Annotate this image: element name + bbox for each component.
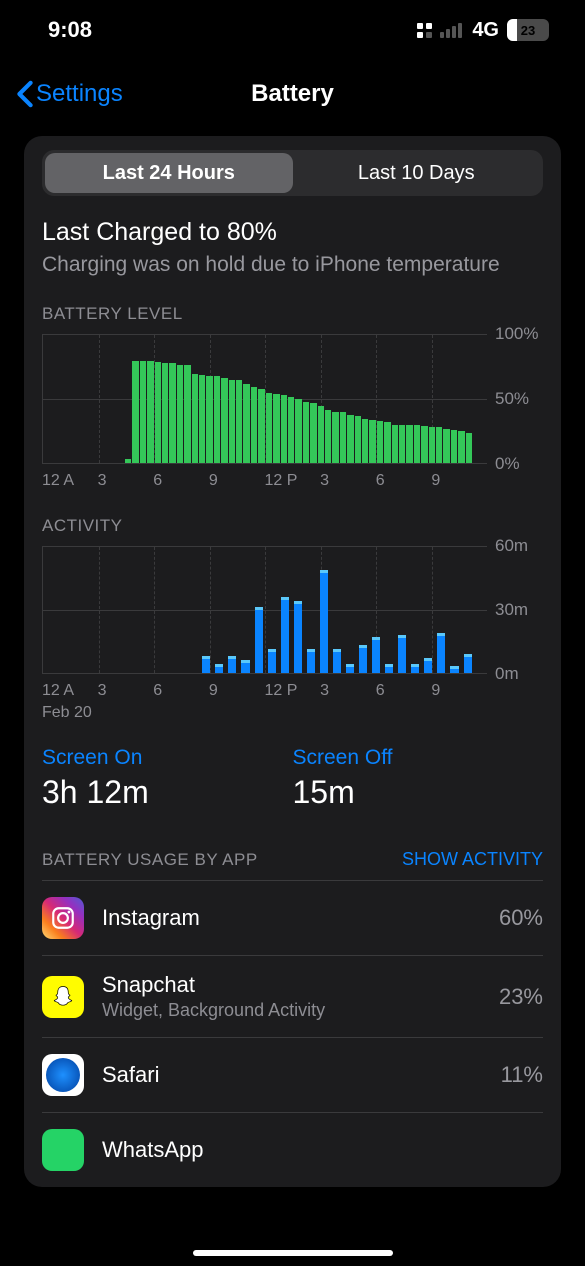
show-activity-button[interactable]: SHOW ACTIVITY — [402, 849, 543, 870]
activity-x-axis: 12 A36912 P369 — [42, 682, 543, 700]
app-row-snapchat[interactable]: Snapchat Widget, Background Activity 23% — [42, 955, 543, 1037]
activity-date: Feb 20 — [42, 704, 543, 722]
app-percent: 11% — [501, 1062, 543, 1088]
whatsapp-icon — [42, 1129, 84, 1171]
last-charged-subtitle: Charging was on hold due to iPhone tempe… — [42, 251, 543, 278]
app-name: Instagram — [102, 905, 499, 931]
app-name: WhatsApp — [102, 1137, 543, 1163]
app-name: Snapchat — [102, 972, 499, 998]
battery-icon: 23 — [507, 19, 549, 41]
app-percent: 23% — [499, 984, 543, 1010]
instagram-icon — [42, 897, 84, 939]
app-name: Safari — [102, 1062, 501, 1088]
snapchat-icon — [42, 976, 84, 1018]
app-percent: 60% — [499, 905, 543, 931]
app-sub: Widget, Background Activity — [102, 1000, 499, 1021]
home-indicator[interactable] — [193, 1250, 393, 1256]
battery-level-chart[interactable]: 100% 50% 0% — [42, 334, 543, 464]
time-range-tabs: Last 24 Hours Last 10 Days — [42, 150, 543, 196]
screen-on-label: Screen On — [42, 746, 293, 770]
cellular-bars-icon — [440, 23, 462, 38]
activity-label: ACTIVITY — [42, 516, 543, 536]
nav-bar: Settings Battery — [0, 60, 585, 128]
last-charged-title: Last Charged to 80% — [42, 218, 543, 247]
screen-on-value: 3h 12m — [42, 774, 293, 811]
battery-card: Last 24 Hours Last 10 Days Last Charged … — [24, 136, 561, 1187]
usage-summary: Screen On 3h 12m Screen Off 15m — [42, 746, 543, 811]
page-title: Battery — [0, 80, 585, 108]
status-bar: 9:08 4G 23 — [0, 0, 585, 60]
screen-off-label: Screen Off — [293, 746, 544, 770]
network-type: 4G — [472, 19, 499, 42]
screen-off-value: 15m — [293, 774, 544, 811]
status-right: 4G 23 — [417, 19, 549, 42]
activity-chart[interactable]: 60m 30m 0m — [42, 546, 543, 674]
battery-level-x-axis: 12 A36912 P369 — [42, 472, 543, 490]
status-time: 9:08 — [48, 17, 92, 43]
app-row-whatsapp[interactable]: WhatsApp — [42, 1112, 543, 1187]
tab-10-days[interactable]: Last 10 Days — [293, 153, 541, 193]
tab-24-hours[interactable]: Last 24 Hours — [45, 153, 293, 193]
battery-level-label: BATTERY LEVEL — [42, 304, 543, 324]
usage-list-title: BATTERY USAGE BY APP — [42, 850, 258, 870]
app-row-instagram[interactable]: Instagram 60% — [42, 880, 543, 955]
dual-sim-icon — [417, 23, 432, 38]
usage-list-header: BATTERY USAGE BY APP SHOW ACTIVITY — [42, 849, 543, 880]
safari-icon — [42, 1054, 84, 1096]
app-row-safari[interactable]: Safari 11% — [42, 1037, 543, 1112]
